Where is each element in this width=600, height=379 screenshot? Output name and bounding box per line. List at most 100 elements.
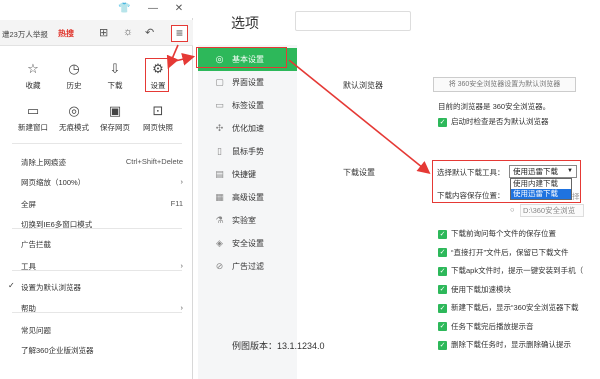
chevron-right-icon: › <box>180 177 184 186</box>
sidebar-item[interactable]: ▦ 高级设置 <box>198 186 297 209</box>
version-text: 例图版本：13.1.1234.0 <box>232 341 325 351</box>
hamburger-icon: ≡ <box>175 26 183 40</box>
menu-item-label: 全屏 <box>21 200 36 209</box>
menu-item-label: 设置为默认浏览器 <box>21 283 81 292</box>
menu-grid-item-screenshot[interactable]: ⊡ 网页快照 <box>137 102 179 133</box>
screenshot-icon: ⊡ <box>152 103 164 118</box>
download-icon: ⇩ <box>109 61 121 76</box>
settings-sidebar: ◎ 基本设置 ▢ 界面设置 ▭ 标签设置 ✣ 优化加速 ▯ 鼠标手势 ▤ 快捷键 ▦ 高级设置 ⚗ 实验室 ◈ 安… <box>198 45 297 379</box>
apps-grid-icon[interactable]: ⊞ <box>99 26 108 39</box>
chevron-right-icon: › <box>180 303 184 312</box>
sidebar-item[interactable]: ▢ 界面设置 <box>198 71 297 94</box>
sidebar-item[interactable]: ▯ 鼠标手势 <box>198 140 297 163</box>
menu-item[interactable]: 常见问题 <box>0 320 193 339</box>
save-icon: ▣ <box>108 103 122 118</box>
checkbox-checked-icon: ✓ <box>438 229 447 239</box>
sidebar-item[interactable]: ✣ 优化加速 <box>198 117 297 140</box>
incognito-icon: ◎ <box>68 103 80 118</box>
checkbox-label: 下载apk文件时，提示一键安装到手机（ <box>451 266 584 275</box>
menu-item-shortcut: F11 <box>170 199 183 208</box>
new-window-icon: ▭ <box>26 103 40 118</box>
menu-grid-item-star[interactable]: ☆ 收藏 <box>12 60 54 91</box>
default-browser-status: 目前的浏览器是 360安全浏览器。 <box>438 102 551 111</box>
menu-grid-label: 下载 <box>107 81 123 90</box>
menu-item[interactable]: 全屏 F11 <box>0 194 193 213</box>
menu-item-label: 清除上网痕迹 <box>21 158 66 167</box>
checkbox-checked-icon: ✓ <box>438 248 447 258</box>
checkbox-label: 使用下载加速模块 <box>451 284 511 294</box>
menu-grid-label: 网页快照 <box>143 123 173 132</box>
menu-grid-item-clock[interactable]: ◷ 历史 <box>53 60 95 91</box>
address-bar: 遭23万人举报 热搜 ⊞ ☼ ↶ <box>0 20 193 46</box>
download-option-checkbox[interactable]: ✓ 下载apk文件时，提示一键安装到手机（ <box>438 265 583 276</box>
menu-item[interactable]: 清除上网痕迹 Ctrl+Shift+Delete <box>0 152 193 171</box>
shirt-icon[interactable]: 👕 <box>118 3 130 15</box>
arrow-basic-to-download <box>288 59 431 175</box>
download-section-label: 下载设置 <box>343 168 375 177</box>
sidebar-item[interactable]: ⊘ 广告过滤 <box>198 255 297 278</box>
sidebar-item-label: 优化加速 <box>232 124 264 133</box>
search-input[interactable] <box>295 11 411 31</box>
download-option-checkbox[interactable]: ✓ 任务下载完后播放提示音 <box>438 321 534 332</box>
sidebar-item[interactable]: ⚗ 实验室 <box>198 209 297 232</box>
download-option-checkbox[interactable]: ✓ 删除下载任务时，显示删除确认提示 <box>438 339 571 350</box>
checkbox-label: 删除下载任务时，显示删除确认提示 <box>451 340 571 349</box>
checkbox-label: 任务下载完后播放提示音 <box>451 321 534 331</box>
undo-icon[interactable]: ↶ <box>145 26 154 39</box>
download-path-field[interactable]: D:\360安全浏览 <box>520 204 584 217</box>
sidebar-item[interactable]: ▭ 标签设置 <box>198 94 297 117</box>
menu-item[interactable]: 帮助 › <box>0 298 193 317</box>
menu-item-label: 常见问题 <box>21 326 51 335</box>
menu-item[interactable]: 网页缩放（100%） › <box>0 172 193 191</box>
menu-grid-item-save[interactable]: ▣ 保存网页 <box>94 102 136 133</box>
chevron-right-icon: › <box>180 261 184 270</box>
check-icon: ✓ <box>8 281 15 290</box>
sidebar-item[interactable]: ▤ 快捷键 <box>198 163 297 186</box>
checkbox-checked-icon: ✓ <box>438 340 447 350</box>
menu-item[interactable]: 广告拦截 <box>0 234 193 253</box>
sidebar-item-label: 界面设置 <box>232 78 264 87</box>
checkbox-checked-icon: ✓ <box>438 266 447 276</box>
set-default-browser-button[interactable]: 将 360安全浏览器设置为默认浏览器 <box>433 77 576 92</box>
sidebar-item-label: 实验室 <box>232 216 256 225</box>
news-text[interactable]: 遭23万人举报 <box>2 29 48 40</box>
browser-menu-panel: 👕 — ✕ 遭23万人举报 热搜 ⊞ ☼ ↶ ≡ ☆ 收藏 ◷ 历史 ⇩ 下载 ⚙ 设置 ▭ 新… <box>0 0 193 379</box>
checkbox-checked-icon: ✓ <box>438 117 447 127</box>
menu-item[interactable]: 工具 › <box>0 256 193 275</box>
settings-highlight-box <box>145 58 169 92</box>
interface-icon: ▢ <box>215 77 224 87</box>
check-default-checkbox[interactable]: ✓ 启动时检查是否为默认浏览器 <box>438 116 549 127</box>
menu-item[interactable]: 切换到IE6多窗口模式 <box>0 214 193 233</box>
minimize-icon[interactable]: — <box>147 3 159 15</box>
brightness-icon[interactable]: ☼ <box>123 26 133 38</box>
menu-item-shortcut: Ctrl+Shift+Delete <box>125 157 183 166</box>
checkbox-label: “直接打开”文件后，保留已下载文件 <box>451 247 569 257</box>
download-option-checkbox[interactable]: ✓ 新建下载后，显示“360安全浏览器下载 <box>438 302 579 313</box>
close-icon[interactable]: ✕ <box>173 3 185 15</box>
download-option-checkbox[interactable]: ✓ 使用下载加速模块 <box>438 284 511 295</box>
keyboard-icon: ▤ <box>215 169 224 179</box>
sidebar-item[interactable]: ◈ 安全设置 <box>198 232 297 255</box>
menu-grid-item-incognito[interactable]: ◎ 无痕模式 <box>53 102 95 133</box>
sidebar-item-label: 高级设置 <box>232 193 264 202</box>
sidebar-item-label: 广告过滤 <box>232 262 264 271</box>
menu-grid-label: 历史 <box>66 81 82 90</box>
checkbox-checked-icon: ✓ <box>438 322 447 332</box>
download-option-checkbox[interactable]: ✓ “直接打开”文件后，保留已下载文件 <box>438 247 569 258</box>
checkbox-checked-icon: ✓ <box>438 285 447 295</box>
path-radio[interactable]: ○ <box>510 205 515 214</box>
sidebar-item-label: 安全设置 <box>232 239 264 248</box>
menu-grid-label: 无痕模式 <box>59 123 89 132</box>
menu-button[interactable]: ≡ <box>171 25 188 42</box>
menu-grid-label: 新建窗口 <box>18 123 48 132</box>
menu-item[interactable]: 了解360企业版浏览器 <box>0 340 193 359</box>
sidebar-item-label: 鼠标手势 <box>232 147 264 156</box>
mouse-icon: ▯ <box>217 146 222 156</box>
menu-grid-item-new-window[interactable]: ▭ 新建窗口 <box>12 102 54 133</box>
hot-search-link[interactable]: 热搜 <box>58 28 74 39</box>
default-browser-section-label: 默认浏览器 <box>343 81 383 90</box>
download-option-checkbox[interactable]: ✓ 下载前询问每个文件的保存位置 <box>438 228 556 239</box>
menu-grid-item-download[interactable]: ⇩ 下载 <box>94 60 136 91</box>
menu-item-label: 帮助 <box>21 304 36 313</box>
menu-item[interactable]: ✓ 设置为默认浏览器 <box>0 277 193 296</box>
